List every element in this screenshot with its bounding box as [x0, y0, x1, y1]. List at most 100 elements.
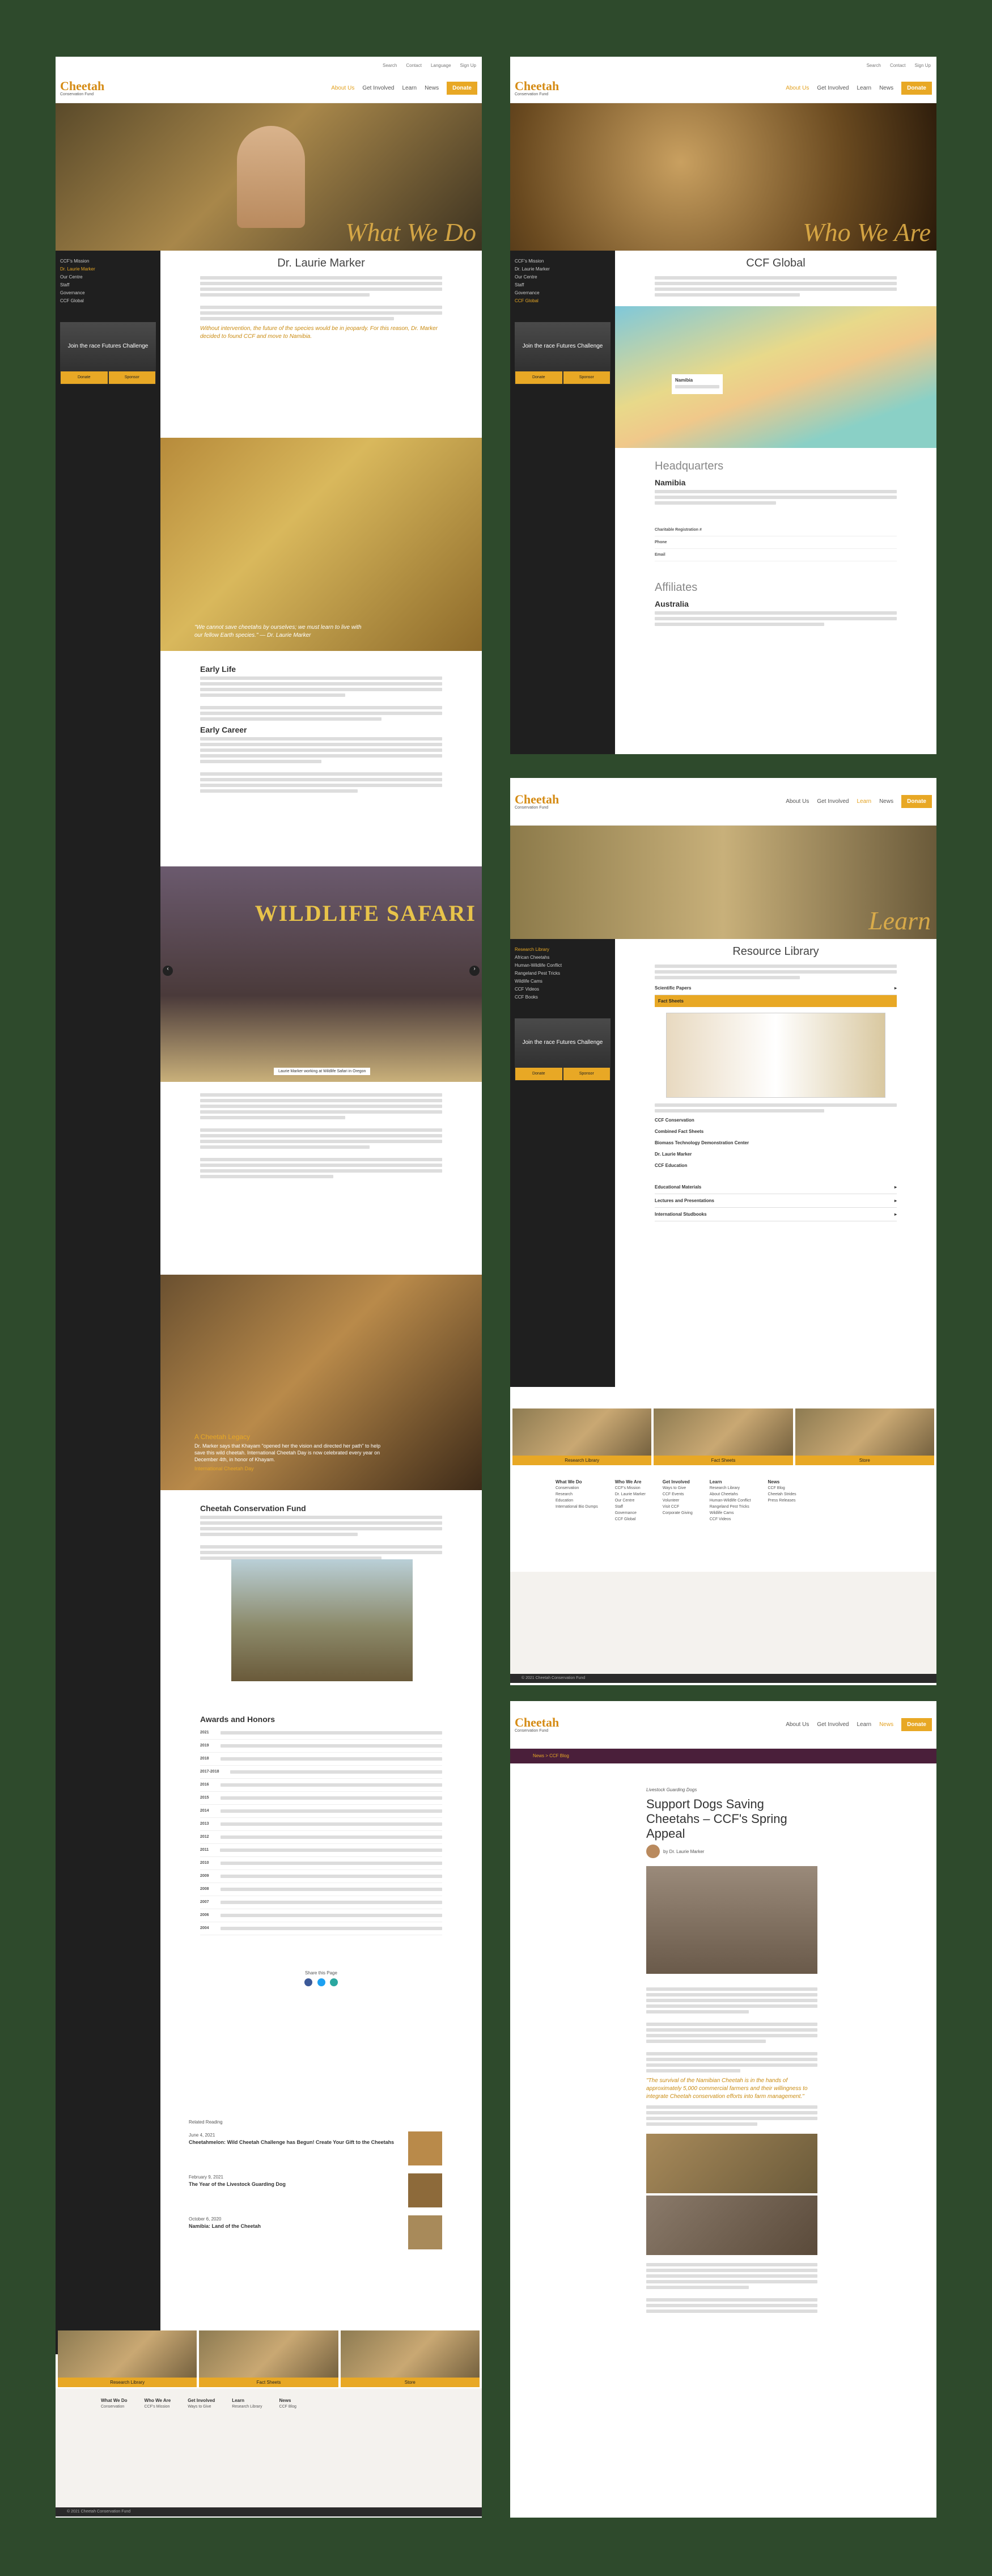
research-library-tile[interactable]: Research Library	[58, 2330, 197, 2387]
award-row: 2017-2018	[200, 1766, 442, 1779]
menu-get-involved[interactable]: Get Involved	[362, 85, 394, 91]
menu-get-involved[interactable]: Get Involved	[817, 85, 849, 91]
awards-section: Awards and Honors 2021 2019 2018 2017-20…	[160, 1701, 482, 2109]
twitter-icon[interactable]	[317, 1978, 325, 1986]
post-photo-2	[646, 2134, 817, 2193]
related-reading: Related Reading June 4, 2021 Cheetahmelon…	[160, 2109, 482, 2325]
sidebar-item-centre[interactable]: Our Centre	[60, 273, 156, 281]
award-row: 2008	[200, 1883, 442, 1896]
carousel-next-icon[interactable]: ›	[469, 966, 480, 976]
legacy-title: A Cheetah Legacy	[194, 1433, 251, 1441]
awards-list: 2021 2019 2018 2017-2018 2016 2015 2014 …	[200, 1727, 442, 1935]
related-item[interactable]: June 4, 2021 Cheetahmelon: Wild Cheetah C…	[189, 2131, 442, 2165]
page-learn: Cheetah Conservation Fund About Us Get In…	[510, 778, 936, 1685]
email-icon[interactable]	[329, 1978, 338, 1986]
awards-heading: Awards and Honors	[200, 1715, 275, 1724]
menu-about[interactable]: About Us	[331, 85, 354, 91]
donate-button[interactable]: Donate	[447, 82, 477, 95]
contact-link[interactable]: Contact	[406, 63, 422, 68]
fact-item[interactable]: Combined Fact Sheets	[655, 1128, 897, 1135]
top-utility-bar: Search Contact Language Sign Up	[56, 57, 482, 74]
post-title: Support Dogs Saving Cheetahs – CCF's Spr…	[646, 1797, 787, 1841]
sidebar-item-mission[interactable]: CCF's Mission	[60, 257, 156, 265]
footer: What We Do Conservation Research Education I…	[510, 1470, 936, 1572]
legacy-link[interactable]: International Cheetah Day	[194, 1465, 381, 1472]
breadcrumb[interactable]: News > CCF Blog	[510, 1749, 936, 1763]
award-row: 2012	[200, 1831, 442, 1844]
award-row: 2011	[200, 1844, 442, 1857]
photo-quote: "We cannot save cheetahs by ourselves; w…	[194, 624, 362, 638]
post-photo-1	[646, 1866, 817, 1974]
main-nav: Cheetah Conservation Fund About Us Get In…	[510, 778, 936, 826]
menu-about[interactable]: About Us	[786, 85, 809, 91]
logo[interactable]: Cheetah Conservation Fund	[515, 793, 560, 810]
promo-donate-button[interactable]: Donate	[61, 371, 108, 384]
logo[interactable]: Cheetah Conservation Fund	[60, 80, 105, 97]
footer-image-links: Research Library Fact Sheets Store	[56, 2330, 482, 2387]
logo-subtitle: Conservation Fund	[60, 92, 94, 96]
accordion-scientific-papers[interactable]: Scientific Papers ▸	[655, 982, 897, 995]
accordion-fact-sheets[interactable]: Fact Sheets	[655, 995, 897, 1007]
sidebar-item-governance[interactable]: Governance	[60, 289, 156, 297]
page-what-we-do: Search Contact Language Sign Up Cheetah …	[56, 57, 482, 2518]
fact-item[interactable]: CCF Education	[655, 1162, 897, 1169]
fact-sheets-tile[interactable]: Fact Sheets	[199, 2330, 338, 2387]
accordion-educational[interactable]: Educational Materials ▸	[655, 1181, 897, 1194]
signup-link[interactable]: Sign Up	[460, 63, 476, 68]
photo-laurie-cheetah: "We cannot save cheetahs by ourselves; w…	[160, 438, 482, 651]
fact-item[interactable]: Dr. Laurie Marker	[655, 1151, 897, 1158]
post-author[interactable]: by Dr. Laurie Marker	[663, 1848, 704, 1855]
donate-button[interactable]: Donate	[901, 1718, 932, 1731]
bio-section-2	[160, 1082, 482, 1275]
award-row: 2015	[200, 1792, 442, 1805]
sidebar-item-staff[interactable]: Staff	[60, 281, 156, 289]
language-link[interactable]: Language	[431, 63, 451, 68]
footer-image-links: Research Library Fact Sheets Store	[510, 1408, 936, 1465]
hero-portrait	[237, 126, 305, 228]
pull-quote: "The survival of the Namibian Cheetah is…	[646, 2078, 808, 2100]
award-row: 2018	[200, 1753, 442, 1766]
related-heading: Related Reading	[189, 2120, 223, 2125]
award-row: 2006	[200, 1909, 442, 1922]
accordion-lectures[interactable]: Lectures and Presentations ▸	[655, 1194, 897, 1208]
ccf-heading: Cheetah Conservation Fund	[200, 1504, 306, 1513]
award-row: 2009	[200, 1870, 442, 1883]
promo-sponsor-button[interactable]: Sponsor	[108, 371, 155, 384]
top-utility-bar: Search Contact Sign Up	[510, 57, 936, 74]
hero-title: Who We Are	[803, 218, 931, 247]
donate-button[interactable]: Donate	[901, 795, 932, 808]
menu-news[interactable]: News	[425, 85, 439, 91]
copyright-bar: © 2021 Cheetah Conservation Fund	[56, 2507, 482, 2516]
donate-button[interactable]: Donate	[901, 82, 932, 95]
award-row: 2010	[200, 1857, 442, 1870]
fact-item[interactable]: Biomass Technology Demonstration Center	[655, 1140, 897, 1147]
menu: About Us Get Involved Learn News Donate	[331, 82, 477, 95]
sidebar-item-global[interactable]: CCF Global	[60, 297, 156, 305]
award-row: 2007	[200, 1896, 442, 1909]
sidebar-promo: Join the race Futures Challenge Donate Sp…	[515, 322, 611, 384]
search-link[interactable]: Search	[383, 63, 397, 68]
world-map[interactable]: Namibia	[615, 306, 936, 448]
page-who-we-are: Search Contact Sign Up Cheetah Conservati…	[510, 57, 936, 754]
menu-learn[interactable]: Learn	[857, 85, 872, 91]
related-item[interactable]: February 9, 2021 The Year of the Livestoc…	[189, 2173, 442, 2207]
related-item[interactable]: October 6, 2020 Namibia: Land of the Chee…	[189, 2215, 442, 2249]
share-label: Share this Page	[305, 1970, 337, 1976]
hq-heading: Headquarters	[655, 460, 724, 472]
sidebar-item-laurie[interactable]: Dr. Laurie Marker	[60, 265, 156, 273]
fact-sheet-preview[interactable]	[666, 1013, 885, 1098]
logo[interactable]: Cheetah Conservation Fund	[515, 1716, 560, 1733]
fact-item[interactable]: CCF Conservation	[655, 1117, 897, 1124]
store-tile[interactable]: Store	[340, 2330, 480, 2387]
legacy-quote: Dr. Marker says that Khayam "opened her …	[194, 1443, 381, 1462]
hero-banner: Learn	[510, 826, 936, 939]
logo[interactable]: Cheetah Conservation Fund	[515, 80, 560, 97]
facebook-icon[interactable]	[304, 1978, 313, 1986]
menu-learn[interactable]: Learn	[402, 85, 417, 91]
carousel-prev-icon[interactable]: ‹	[163, 966, 173, 976]
promo-text: Join the race Futures Challenge	[67, 343, 149, 349]
accordion-studbooks[interactable]: International Studbooks ▸	[655, 1208, 897, 1221]
menu-news[interactable]: News	[879, 85, 893, 91]
main-nav: Cheetah Conservation Fund About Us Get In…	[510, 74, 936, 103]
footer: What We Do Conservation Who We Are CCF's M…	[56, 2388, 482, 2507]
